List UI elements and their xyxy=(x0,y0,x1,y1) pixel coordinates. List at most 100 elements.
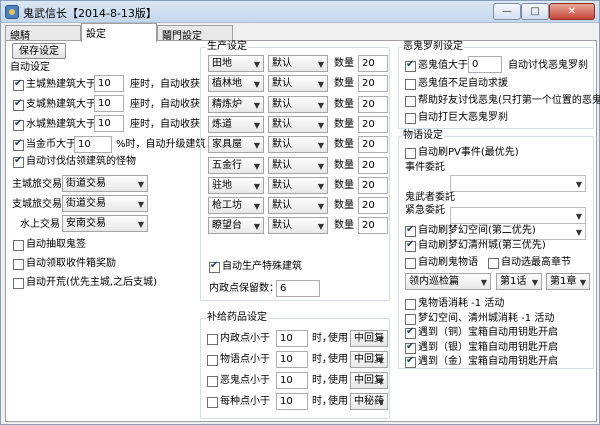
branch-city-checkbox[interactable] xyxy=(13,98,24,111)
drug-select-3[interactable]: 中秘药 ▼ xyxy=(350,393,388,410)
dream-space-checkbox[interactable] xyxy=(405,224,416,237)
maximize-button[interactable]: □ xyxy=(521,3,549,20)
branch-trade-select[interactable]: 街道交易 ▼ xyxy=(62,195,148,212)
main-city-input[interactable]: 10 xyxy=(94,75,124,92)
supply-input-3[interactable]: 10 xyxy=(276,393,308,410)
quantity-input-2[interactable]: 20 xyxy=(358,95,388,113)
building-select-6[interactable]: 驻地 ▼ xyxy=(208,176,264,194)
drug-select-1[interactable]: 中回复 ▼ xyxy=(350,351,388,368)
building-select-1[interactable]: 植林地 ▼ xyxy=(208,75,264,93)
close-button[interactable]: ✕ xyxy=(549,3,595,20)
mode-select-5[interactable]: 默认 ▼ xyxy=(268,156,328,174)
auto-estimate-checkbox[interactable] xyxy=(13,155,24,168)
mode-select-7[interactable]: 默认 ▼ xyxy=(268,197,328,215)
building-select-8[interactable]: 瞭望台 ▼ xyxy=(208,217,264,235)
chevron-down-icon: ▼ xyxy=(253,181,260,191)
inbox-reward-checkbox[interactable] xyxy=(13,259,24,270)
chevron-down-icon: ▼ xyxy=(253,141,260,151)
chevron-down-icon: ▼ xyxy=(579,278,586,287)
quantity-input-4[interactable]: 20 xyxy=(358,136,388,154)
story-option-checkbox-2[interactable] xyxy=(405,326,416,339)
special-build-checkbox[interactable] xyxy=(209,260,220,273)
building-select-3[interactable]: 炼道 ▼ xyxy=(208,115,264,133)
quantity-input-0[interactable]: 20 xyxy=(358,55,388,72)
draw-ghost-checkbox[interactable] xyxy=(13,240,24,251)
mode-select-4[interactable]: 默认 ▼ xyxy=(268,136,328,154)
water-trade-select[interactable]: 安南交易 ▼ xyxy=(62,215,148,232)
supply-checkbox-1[interactable] xyxy=(207,355,218,366)
pv-event-label: 自动刷PV事件(最优先) xyxy=(418,147,519,158)
main-city-checkbox[interactable] xyxy=(13,78,24,91)
save-settings-button[interactable]: 保存设定 xyxy=(12,43,66,59)
main-trade-select[interactable]: 街道交易 ▼ xyxy=(62,175,148,192)
supply-input-0[interactable]: 10 xyxy=(276,330,308,347)
supply-input-1[interactable]: 10 xyxy=(276,351,308,368)
supply-checkbox-2[interactable] xyxy=(207,376,218,387)
mode-select-0[interactable]: 默认 ▼ xyxy=(268,55,328,72)
chapter-number-select[interactable]: 第1章 ▼ xyxy=(546,273,590,290)
chevron-down-icon: ▼ xyxy=(377,377,384,386)
building-select-7[interactable]: 枪工坊 ▼ xyxy=(208,197,264,215)
building-select-2[interactable]: 精炼炉 ▼ xyxy=(208,95,264,113)
tab-general[interactable]: 總騎 xyxy=(5,25,81,42)
title-bar[interactable]: 鬼武信长【2014-8-13版】 — □ ✕ xyxy=(1,1,599,23)
gold-label: 当金币大于 xyxy=(26,139,76,150)
building-select-4[interactable]: 家具屋 ▼ xyxy=(208,136,264,154)
ghost-request-select[interactable]: ▼ xyxy=(450,207,586,224)
minimize-button[interactable]: — xyxy=(493,3,521,20)
dream-castle-checkbox[interactable] xyxy=(405,239,416,252)
quantity-input-3[interactable]: 20 xyxy=(358,115,388,133)
quantity-input-1[interactable]: 20 xyxy=(358,75,388,93)
auto-reclaim-checkbox[interactable] xyxy=(13,278,24,289)
quantity-input-7[interactable]: 20 xyxy=(358,197,388,215)
story-option-label-3: 遇到（银）宝箱自动用钥匙开启 xyxy=(418,341,558,353)
event-request-select[interactable]: ▼ xyxy=(450,175,586,192)
chevron-down-icon: ▼ xyxy=(253,120,260,130)
mode-select-6[interactable]: 默认 ▼ xyxy=(268,176,328,194)
app-icon xyxy=(5,5,19,19)
evil-friend-checkbox[interactable] xyxy=(405,96,416,107)
supply-input-2[interactable]: 10 xyxy=(276,372,308,389)
evil-value-input[interactable]: 0 xyxy=(468,56,502,73)
story-option-checkbox-4[interactable] xyxy=(405,355,416,368)
building-select-5[interactable]: 五金行 ▼ xyxy=(208,156,264,174)
evil-help-label: 恶鬼值不足自动求援 xyxy=(418,78,508,89)
drug-select-2[interactable]: 中回复 ▼ xyxy=(350,372,388,389)
drug-select-0[interactable]: 中回复 ▼ xyxy=(350,330,388,347)
mode-select-8[interactable]: 默认 ▼ xyxy=(268,217,328,235)
ghost-story-checkbox[interactable] xyxy=(405,258,416,269)
water-city-checkbox[interactable] xyxy=(13,118,24,131)
mode-select-1[interactable]: 默认 ▼ xyxy=(268,75,328,93)
talk-select[interactable]: 第1话 ▼ xyxy=(496,273,542,290)
quantity-input-8[interactable]: 20 xyxy=(358,217,388,235)
evil-help-checkbox[interactable] xyxy=(405,79,416,90)
branch-city-input[interactable]: 10 xyxy=(94,95,124,112)
giant-evil-checkbox[interactable] xyxy=(405,113,416,124)
story-option-checkbox-1[interactable] xyxy=(405,313,416,325)
mode-select-3[interactable]: 默认 ▼ xyxy=(268,115,328,133)
gold-checkbox[interactable] xyxy=(13,138,24,151)
giant-evil-label: 自动打巨大恶鬼罗刹 xyxy=(418,112,508,123)
latest-chapter-checkbox[interactable] xyxy=(488,258,499,269)
story-option-checkbox-3[interactable] xyxy=(405,341,416,354)
evil-value-suffix: 自动讨伐恶鬼罗刹 xyxy=(508,60,588,71)
tab-settings[interactable]: 設定 xyxy=(81,23,157,42)
pv-event-checkbox[interactable] xyxy=(405,148,416,159)
mode-select-2[interactable]: 默认 ▼ xyxy=(268,95,328,113)
quantity-label-2: 数量 xyxy=(334,98,354,110)
evil-value-label: 恶鬼值大于 xyxy=(418,60,468,71)
supply-checkbox-3[interactable] xyxy=(207,397,218,408)
supply-label-2: 恶鬼点小于 xyxy=(220,375,270,386)
building-select-0[interactable]: 田地 ▼ xyxy=(208,55,264,72)
evil-value-checkbox[interactable] xyxy=(405,59,416,72)
tab-gate-settings[interactable]: 鬮門設定 xyxy=(157,25,233,42)
reserve-input[interactable]: 6 xyxy=(276,280,320,297)
gold-input[interactable]: 10 xyxy=(74,136,112,153)
water-city-input[interactable]: 10 xyxy=(94,115,124,132)
quantity-input-6[interactable]: 20 xyxy=(358,176,388,194)
chapter-select[interactable]: 领内巡检篇 ▼ xyxy=(405,273,491,290)
story-option-checkbox-0[interactable] xyxy=(405,299,416,310)
quantity-input-5[interactable]: 20 xyxy=(358,156,388,174)
chevron-down-icon: ▼ xyxy=(480,278,487,287)
supply-checkbox-0[interactable] xyxy=(207,334,218,345)
